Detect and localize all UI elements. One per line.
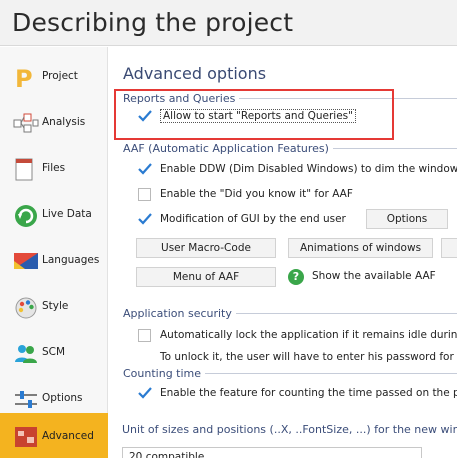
- project-p-icon: P: [13, 65, 37, 93]
- counting-time-checkbox[interactable]: Enable the feature for counting the time…: [138, 385, 457, 403]
- aaf-section-title: AAF (Automatic Application Features): [123, 142, 333, 155]
- options-button[interactable]: Options: [366, 209, 448, 229]
- counting-section-title: Counting time: [123, 367, 206, 380]
- sidebar-item-style[interactable]: Style: [0, 285, 108, 329]
- advanced-options-panel: Advanced options Reports and Queries All…: [112, 47, 457, 458]
- sidebar-item-advanced[interactable]: Advanced: [0, 413, 108, 458]
- sidebar-item-label: Files: [42, 162, 66, 174]
- live-data-icon: [13, 203, 37, 227]
- check-icon: [138, 387, 152, 400]
- help-question-icon: ?: [288, 269, 304, 285]
- sidebar-item-project[interactable]: P Project: [0, 55, 108, 99]
- menu-of-aaf-button[interactable]: Menu of AAF: [136, 267, 276, 287]
- animations-windows-button[interactable]: Animations of windows: [288, 238, 433, 258]
- page-title: Advanced options: [123, 64, 267, 83]
- files-icon: [13, 157, 37, 181]
- sidebar-item-analysis[interactable]: Analysis: [0, 101, 108, 145]
- ddw-label: Enable DDW (Dim Disabled Windows) to dim…: [160, 163, 457, 175]
- scm-users-icon: [13, 341, 37, 365]
- sidebar-item-label: Live Data: [42, 208, 92, 220]
- user-macro-code-button[interactable]: User Macro-Code: [136, 238, 276, 258]
- gui-modification-checkbox[interactable]: Modification of GUI by the end user: [138, 211, 358, 229]
- sidebar-item-label: Languages: [42, 254, 100, 266]
- gui-modification-label: Modification of GUI by the end user: [160, 213, 346, 225]
- sidebar: P Project Analysis Files Live Data Langu…: [0, 47, 108, 458]
- unit-sizes-select[interactable]: 20 compatible: [122, 447, 422, 458]
- svg-text:P: P: [15, 65, 33, 91]
- sidebar-item-label: Advanced: [42, 430, 94, 442]
- sidebar-item-languages[interactable]: Languages: [0, 239, 108, 283]
- describing-project-window: Describing the project P Project Analysi…: [0, 0, 457, 458]
- options-sliders-icon: [13, 387, 37, 411]
- allow-reports-label: Allow to start "Reports and Queries": [160, 109, 356, 123]
- unit-sizes-label: Unit of sizes and positions (..X, ..Font…: [122, 423, 457, 436]
- checkbox-box: [138, 329, 151, 342]
- show-available-aaf-button[interactable]: ? Show the available AAF: [288, 267, 448, 287]
- reports-section-title: Reports and Queries: [123, 92, 240, 105]
- title-bar: Describing the project: [0, 0, 457, 46]
- allow-reports-checkbox[interactable]: Allow to start "Reports and Queries": [138, 108, 398, 126]
- sidebar-item-files[interactable]: Files: [0, 147, 108, 191]
- sidebar-item-scm[interactable]: SCM: [0, 331, 108, 375]
- show-available-aaf-label: Show the available AAF: [312, 270, 436, 282]
- auto-lock-label: Automatically lock the application if it…: [160, 329, 457, 341]
- advanced-icon: [13, 424, 37, 448]
- checkbox-box: [138, 188, 151, 201]
- sidebar-item-label: Options: [42, 392, 83, 404]
- sidebar-item-live-data[interactable]: Live Data: [0, 193, 108, 237]
- counting-time-label: Enable the feature for counting the time…: [160, 387, 457, 399]
- languages-flag-icon: [13, 249, 38, 273]
- window-title: Describing the project: [12, 8, 294, 37]
- did-you-know-label: Enable the "Did you know it" for AAF: [160, 188, 353, 200]
- style-palette-icon: [13, 295, 37, 319]
- unlock-info-text: To unlock it, the user will have to ente…: [160, 351, 457, 363]
- did-you-know-checkbox[interactable]: Enable the "Did you know it" for AAF: [138, 186, 438, 204]
- check-icon: [138, 110, 152, 123]
- ddw-checkbox[interactable]: Enable DDW (Dim Disabled Windows) to dim…: [138, 161, 457, 179]
- sidebar-item-label: Style: [42, 300, 69, 312]
- sidebar-item-label: Analysis: [42, 116, 86, 128]
- sidebar-item-label: Project: [42, 70, 78, 82]
- auto-lock-checkbox[interactable]: Automatically lock the application if it…: [138, 327, 457, 345]
- security-section-title: Application security: [123, 307, 236, 320]
- check-icon: [138, 163, 152, 176]
- more-button[interactable]: [441, 238, 457, 258]
- sidebar-item-label: SCM: [42, 346, 66, 358]
- check-icon: [138, 213, 152, 226]
- analysis-icon: [13, 111, 39, 135]
